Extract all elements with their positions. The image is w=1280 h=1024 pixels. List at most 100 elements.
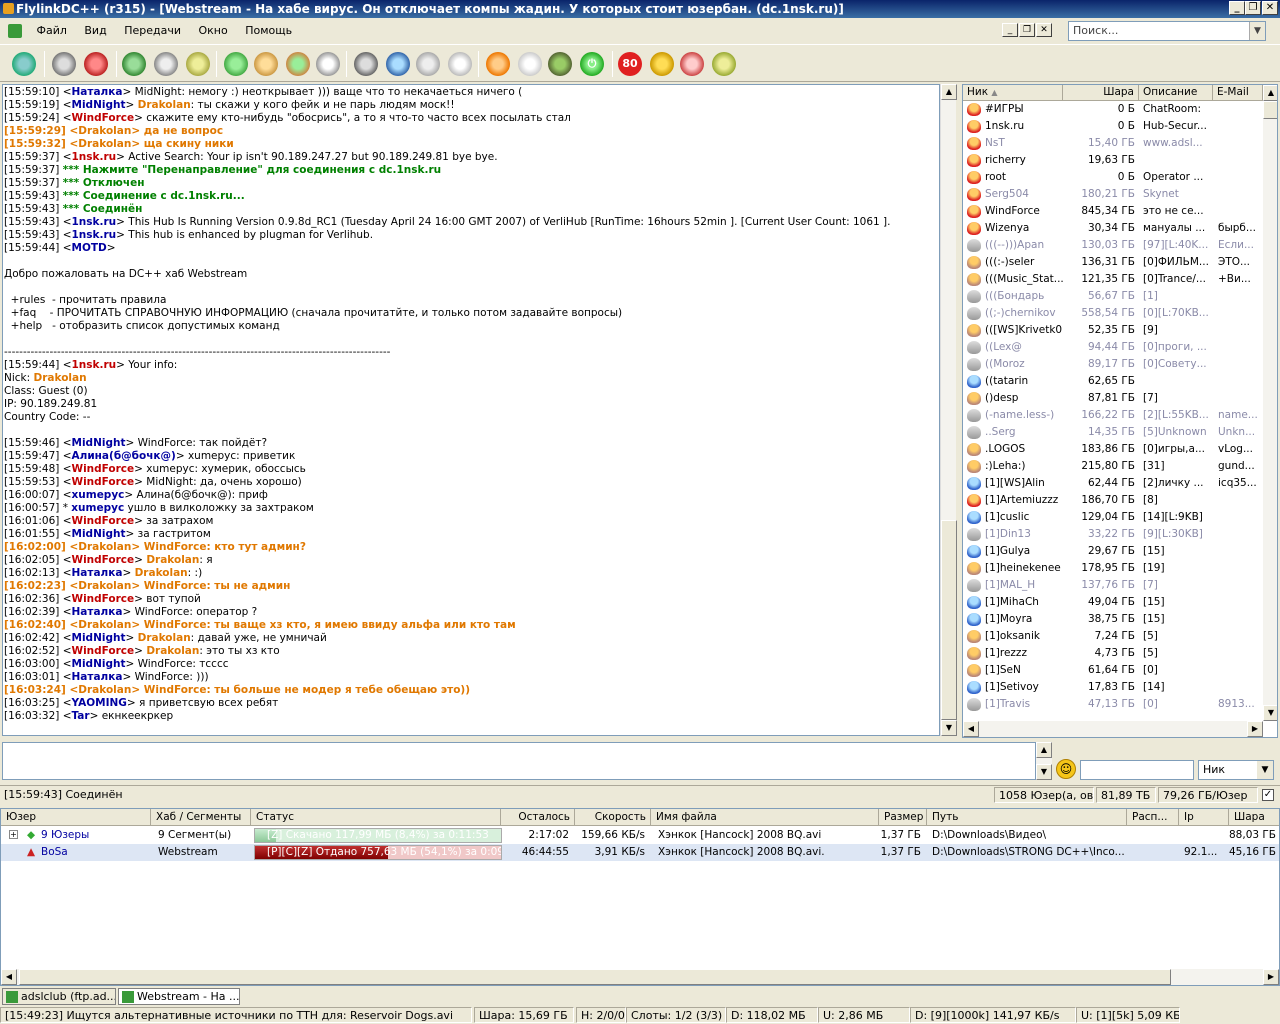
user-row[interactable]: [1]MAL_H 137,76 ГБ [7] — [963, 577, 1263, 594]
chat-nick[interactable]: MidNight — [72, 99, 126, 111]
mdi-restore-button[interactable]: ❐ — [1019, 23, 1035, 37]
chat-nick[interactable]: [16:03:24] <Drakolan> WindForce: ты боль… — [4, 684, 470, 696]
col-speed[interactable]: Скорость — [575, 809, 651, 826]
emoticon-button[interactable]: ☺ — [1056, 759, 1076, 779]
col-path[interactable]: Путь — [927, 809, 1127, 826]
user-row[interactable]: [1]Artemiuzzz 186,70 ГБ [8] — [963, 492, 1263, 509]
chat-nick[interactable]: Алина(б@бочк@) — [72, 450, 176, 462]
chat-nick[interactable]: Drakolan — [138, 632, 191, 644]
col-user[interactable]: Юзер — [1, 809, 151, 826]
restore-button[interactable]: ❐ — [1245, 1, 1261, 15]
chevron-down-icon[interactable]: ▼ — [1249, 22, 1265, 40]
user-row[interactable]: .LOGOS 183,86 ГБ [0]игры,а... vLog... — [963, 441, 1263, 458]
chat-scrollbar[interactable]: ▲ ▼ — [940, 84, 957, 736]
user-row[interactable]: [1]heinekenee 178,95 ГБ [19] — [963, 560, 1263, 577]
chat-nick[interactable]: [15:59:29] <Drakolan> да не вопрос — [4, 125, 223, 137]
chat-nick[interactable]: WindForce — [72, 554, 135, 566]
user-row[interactable]: [1]Setivoy 17,83 ГБ [14] — [963, 679, 1263, 696]
chat-nick[interactable]: 1nsk.ru — [72, 229, 117, 241]
user-row[interactable]: [1][WS]Alin 62,44 ГБ [2]личку ... icq35... — [963, 475, 1263, 492]
user-row[interactable]: [1]MihaCh 49,04 ГБ [15] — [963, 594, 1263, 611]
scroll-down-icon[interactable]: ▼ — [1036, 764, 1052, 780]
network-stats-icon[interactable] — [416, 52, 440, 76]
reconnect-icon[interactable] — [12, 52, 36, 76]
chat-nick[interactable]: MidNight — [72, 632, 126, 644]
chat-nick[interactable]: Наталка — [72, 86, 123, 98]
adl-search-icon[interactable] — [354, 52, 378, 76]
col-ip[interactable]: Ip — [1179, 809, 1229, 826]
user-row[interactable]: (((--)))Apan 130,03 ГБ [97][L:40K... Если..… — [963, 237, 1263, 254]
menu-transfers[interactable]: Передачи — [117, 20, 188, 42]
scroll-thumb[interactable] — [1263, 101, 1277, 119]
chat-nick[interactable]: Drakolan — [34, 372, 87, 384]
user-row[interactable]: richerry 19,63 ГБ — [963, 152, 1263, 169]
user-list-scrollbar[interactable]: ▲ ▼ — [1263, 85, 1277, 721]
notepad-icon[interactable] — [518, 52, 542, 76]
finished-icon[interactable] — [186, 52, 210, 76]
chat-nick[interactable]: Drakolan — [146, 645, 199, 657]
chat-nick[interactable]: MidNight — [72, 658, 126, 670]
chat-nick[interactable]: WindForce — [72, 593, 135, 605]
chat-nick[interactable]: Tar — [72, 710, 90, 722]
users-icon[interactable] — [122, 52, 146, 76]
search-spy-icon[interactable] — [386, 52, 410, 76]
user-row[interactable]: [1]SeN 61,64 ГБ [0] — [963, 662, 1263, 679]
upload-check-icon[interactable] — [254, 52, 278, 76]
user-row[interactable]: [1]Gulya 29,67 ГБ [15] — [963, 543, 1263, 560]
mdi-close-button[interactable]: ✕ — [1036, 23, 1052, 37]
col-filename[interactable]: Имя файла — [651, 809, 879, 826]
chat-nick[interactable]: MidNight — [72, 437, 126, 449]
col-share[interactable]: Шара — [1063, 85, 1139, 101]
chat-nick[interactable]: хumерус — [72, 489, 125, 501]
menu-view[interactable]: Вид — [77, 20, 113, 42]
menu-window[interactable]: Окно — [192, 20, 235, 42]
user-row[interactable]: ((tatarin 62,65 ГБ — [963, 373, 1263, 390]
scroll-left-icon[interactable]: ◀ — [963, 721, 979, 737]
col-status[interactable]: Статус — [251, 809, 501, 826]
user-row[interactable]: ((;-)chernikov 558,54 ГБ [0][L:70KB... — [963, 305, 1263, 322]
favorite-users-icon[interactable] — [84, 52, 108, 76]
app-menu-icon[interactable] — [8, 24, 22, 38]
tab-adslclub[interactable]: adslclub (ftp.ad... — [2, 988, 116, 1005]
scroll-up-icon[interactable]: ▲ — [1263, 85, 1277, 101]
chat-nick[interactable]: WindForce — [72, 645, 135, 657]
user-row[interactable]: root 0 Б Operator ... — [963, 169, 1263, 186]
chat-nick[interactable]: Drakolan — [138, 99, 191, 111]
chat-nick[interactable]: [15:59:32] <Drakolan> ща скину ники — [4, 138, 234, 150]
user-row[interactable]: :)Leha:) 215,80 ГБ [31] gund... — [963, 458, 1263, 475]
col-share[interactable]: Шара — [1229, 809, 1279, 826]
chat-nick[interactable]: Наталка — [72, 671, 123, 683]
chat-nick[interactable]: Наталка — [72, 606, 123, 618]
scroll-up-icon[interactable]: ▲ — [1036, 742, 1052, 758]
user-row[interactable]: ((Lex@ 94,44 ГБ [0]проги, ... — [963, 339, 1263, 356]
scroll-down-icon[interactable]: ▼ — [1263, 705, 1277, 721]
limiter-icon[interactable] — [712, 52, 736, 76]
message-scrollbar[interactable]: ▲ ▼ — [1036, 742, 1052, 780]
tab-webstream[interactable]: Webstream - На ... — [118, 988, 240, 1005]
col-size[interactable]: Размер — [879, 809, 927, 826]
user-row[interactable]: ()desp 87,81 ГБ [7] — [963, 390, 1263, 407]
user-row[interactable]: 1nsk.ru 0 Б Hub-Secur... — [963, 118, 1263, 135]
col-dist[interactable]: Расп... — [1127, 809, 1179, 826]
scroll-up-icon[interactable]: ▲ — [941, 84, 957, 100]
chat-log[interactable]: [15:59:10] <Наталка> MidNight: немогу :)… — [2, 84, 940, 736]
user-row[interactable]: [1]oksanik 7,24 ГБ [5] — [963, 628, 1263, 645]
user-row[interactable]: (((Music_Stat... 121,35 ГБ [0]Trance/... +В… — [963, 271, 1263, 288]
scroll-left-icon[interactable]: ◀ — [1, 969, 17, 985]
power-icon[interactable]: ⏻ — [580, 52, 604, 76]
user-filter-input[interactable] — [1080, 760, 1194, 780]
chat-nick[interactable]: WindForce — [72, 463, 135, 475]
chat-nick[interactable]: MOTD — [72, 242, 107, 254]
user-row[interactable]: (-name.less-) 166,22 ГБ [2][L:55KB... name.… — [963, 407, 1263, 424]
user-row[interactable]: #ИГРЫ 0 Б ChatRoom: — [963, 101, 1263, 118]
close-button[interactable]: ✕ — [1262, 1, 1278, 15]
chat-nick[interactable]: Drakolan — [135, 567, 188, 579]
chat-nick[interactable]: хumерус — [71, 502, 124, 514]
chat-nick[interactable]: WindForce — [72, 515, 135, 527]
chat-nick[interactable]: WindForce — [72, 476, 135, 488]
chat-nick[interactable]: Drakolan — [146, 554, 199, 566]
chat-nick[interactable]: [16:02:00] <Drakolan> WindForce: кто тут… — [4, 541, 306, 553]
uploads-finished-icon[interactable] — [286, 52, 310, 76]
chat-nick[interactable]: [16:02:40] <Drakolan> WindForce: ты ваще… — [4, 619, 516, 631]
col-desc[interactable]: Описание — [1139, 85, 1213, 101]
